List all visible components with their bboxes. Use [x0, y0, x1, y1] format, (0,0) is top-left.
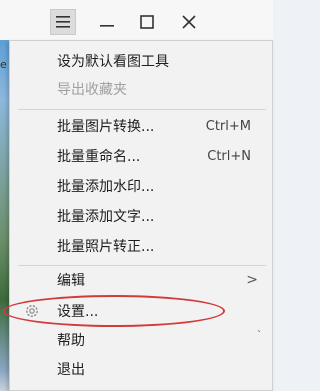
menu-item-set-default-viewer[interactable]: 设为默认看图工具 — [10, 47, 272, 75]
menu-item-help[interactable]: 帮助 ` — [10, 326, 272, 354]
menu-item-batch-rotate[interactable]: 批量照片转正... — [10, 232, 272, 260]
menu-item-batch-add-text[interactable]: 批量添加文字... — [10, 202, 272, 230]
main-dropdown-menu: 设为默认看图工具 导出收藏夹 批量图片转换... Ctrl+M 批量重命名...… — [3, 40, 273, 391]
maximize-button[interactable] — [134, 9, 160, 35]
menu-item-label: 批量添加水印... — [57, 179, 155, 195]
menu-item-label: 批量重命名... — [57, 149, 141, 165]
menu-item-settings[interactable]: 设置... — [10, 297, 272, 325]
menu-item-label: 设为默认看图工具 — [57, 54, 169, 70]
minimize-icon — [100, 25, 114, 27]
menu-item-label: 编辑 — [57, 273, 85, 289]
submenu-arrow-icon: > — [246, 272, 258, 288]
menu-item-label: 设置... — [57, 304, 99, 320]
help-mark: ` — [257, 330, 262, 341]
menu-separator — [18, 109, 266, 110]
menu-item-edit[interactable]: 编辑 > — [10, 266, 272, 294]
menu-item-label: 帮助 — [57, 333, 85, 349]
main-menu-button[interactable] — [50, 9, 76, 35]
close-icon — [182, 15, 196, 29]
minimize-button[interactable] — [94, 9, 120, 35]
menu-icon — [56, 16, 70, 28]
menu-item-batch-convert[interactable]: 批量图片转换... Ctrl+M — [10, 112, 272, 140]
menu-item-export-favorites: 导出收藏夹 — [10, 75, 272, 103]
menu-item-shortcut: Ctrl+M — [205, 118, 251, 134]
menu-item-batch-watermark[interactable]: 批量添加水印... — [10, 172, 272, 200]
menu-item-exit[interactable]: 退出 — [10, 355, 272, 383]
menu-item-shortcut: Ctrl+N — [207, 148, 251, 164]
menu-item-label: 批量添加文字... — [57, 209, 155, 225]
menu-item-label: 退出 — [57, 362, 85, 378]
menu-item-batch-rename[interactable]: 批量重命名... Ctrl+N — [10, 142, 272, 170]
background-text-fragment: e — [0, 58, 7, 71]
close-button[interactable] — [176, 9, 202, 35]
maximize-icon — [140, 15, 154, 29]
menu-item-label: 批量图片转换... — [57, 119, 155, 135]
menu-item-label: 导出收藏夹 — [57, 82, 127, 98]
menu-item-label: 批量照片转正... — [57, 239, 155, 255]
gear-icon — [26, 305, 38, 317]
title-bar — [0, 0, 273, 40]
